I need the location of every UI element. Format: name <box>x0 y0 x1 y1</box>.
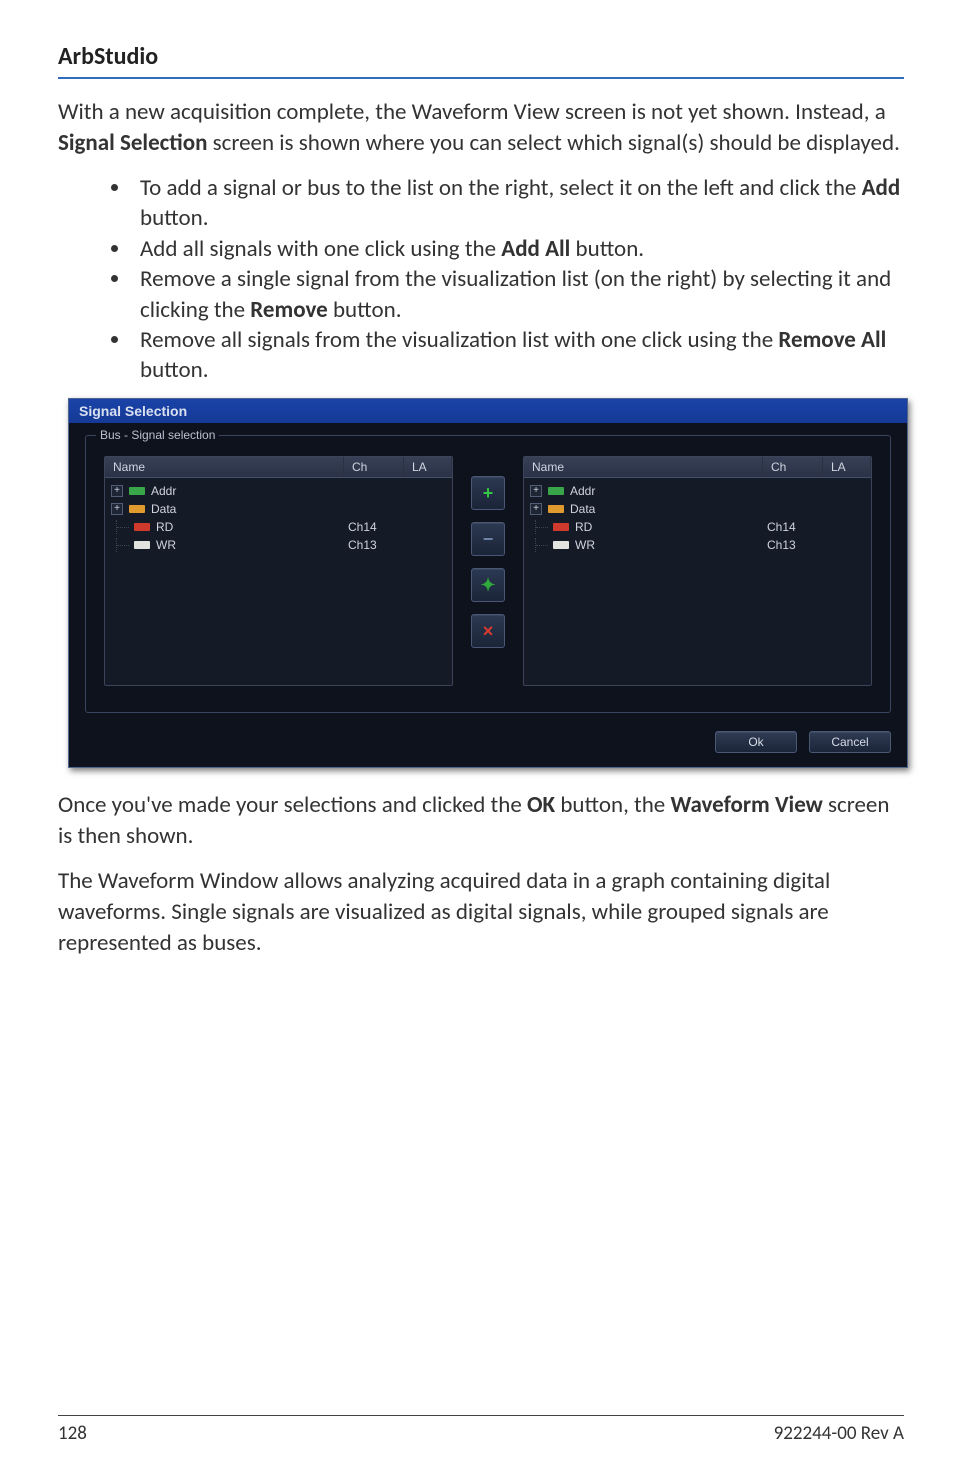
b1-pre: To add a signal or bus to the list on th… <box>140 174 862 202</box>
paragraph-2: Once you've made your selections and cli… <box>58 790 904 852</box>
x-icon: × <box>483 622 494 640</box>
right-rows: + Addr + Data <box>524 478 871 558</box>
bullet-list: To add a signal or bus to the list on th… <box>132 173 904 386</box>
fieldset-legend: Bus - Signal selection <box>96 428 219 442</box>
transfer-button-column: + − ✦ × <box>471 456 505 648</box>
selected-signals-list[interactable]: Name Ch LA + Addr <box>523 456 872 686</box>
signal-color-swatch <box>134 523 150 531</box>
bullet-4: Remove all signals from the visualizatio… <box>132 325 904 386</box>
left-col-name[interactable]: Name <box>105 457 344 477</box>
tree-connector-icon <box>116 520 134 534</box>
add-button[interactable]: + <box>471 476 505 510</box>
available-signals-list[interactable]: Name Ch LA + Addr <box>104 456 453 686</box>
row-label: RD <box>156 520 173 534</box>
bullet-1: To add a signal or bus to the list on th… <box>132 173 904 234</box>
signal-color-swatch <box>129 505 145 513</box>
list-item[interactable]: RD Ch14 <box>111 518 446 536</box>
list-item[interactable]: + Addr <box>530 482 865 500</box>
p1-bold: Signal Selection <box>58 129 207 157</box>
bullet-3: Remove a single signal from the visualiz… <box>132 264 904 325</box>
list-item[interactable]: WR Ch13 <box>530 536 865 554</box>
list-item[interactable]: + Data <box>111 500 446 518</box>
page-title: ArbStudio <box>58 42 904 71</box>
p2-pre: Once you've made your selections and cli… <box>58 791 527 819</box>
list-item[interactable]: + Addr <box>111 482 446 500</box>
paragraph-3: The Waveform Window allows analyzing acq… <box>58 866 904 959</box>
b4-pre: Remove all signals from the visualizatio… <box>140 326 778 354</box>
b2-post: button. <box>570 235 644 263</box>
panels-row: Name Ch LA + Addr <box>104 456 872 686</box>
signal-color-swatch <box>548 487 564 495</box>
right-header-row: Name Ch LA <box>524 457 871 478</box>
ok-button[interactable]: Ok <box>715 731 797 753</box>
list-item[interactable]: RD Ch14 <box>530 518 865 536</box>
tree-connector-icon <box>535 538 553 552</box>
bus-signal-selection-fieldset: Bus - Signal selection Name Ch LA + <box>85 435 891 713</box>
b3-bold: Remove <box>250 296 327 324</box>
p2-mid: button, the <box>555 791 670 819</box>
b4-bold: Remove All <box>778 326 886 354</box>
right-col-la[interactable]: LA <box>823 457 871 477</box>
b2-bold: Add All <box>501 235 570 263</box>
row-channel: Ch13 <box>767 538 825 552</box>
left-col-la[interactable]: LA <box>404 457 452 477</box>
row-label: RD <box>575 520 592 534</box>
signal-color-swatch <box>553 541 569 549</box>
row-channel: Ch14 <box>348 520 406 534</box>
signal-color-swatch <box>129 487 145 495</box>
dialog-body: Bus - Signal selection Name Ch LA + <box>69 423 907 767</box>
row-label: Data <box>570 502 595 516</box>
dialog-titlebar: Signal Selection <box>69 399 907 423</box>
b1-bold: Add <box>862 174 901 202</box>
signal-selection-dialog: Signal Selection Bus - Signal selection … <box>68 398 908 768</box>
tree-connector-icon <box>116 538 134 552</box>
b3-post: button. <box>328 296 402 324</box>
left-header-row: Name Ch LA <box>105 457 452 478</box>
minus-icon: − <box>483 530 494 548</box>
paragraph-1: With a new acquisition complete, the Wav… <box>58 97 904 159</box>
b2-pre: Add all signals with one click using the <box>140 235 501 263</box>
p2-bold2: Waveform View <box>670 791 822 819</box>
bullet-2: Add all signals with one click using the… <box>132 234 904 264</box>
cancel-button[interactable]: Cancel <box>809 731 891 753</box>
row-channel: Ch14 <box>767 520 825 534</box>
footer-page-number: 128 <box>58 1422 87 1445</box>
p1-pre: With a new acquisition complete, the Wav… <box>58 98 886 126</box>
row-label: WR <box>156 538 176 552</box>
plus-icon: + <box>483 484 494 502</box>
row-label: Data <box>151 502 176 516</box>
tree-connector-icon <box>535 520 553 534</box>
expand-icon[interactable]: + <box>111 485 123 497</box>
dialog-footer: Ok Cancel <box>85 731 891 753</box>
p1-post: screen is shown where you can select whi… <box>207 129 899 157</box>
signal-color-swatch <box>553 523 569 531</box>
list-item[interactable]: WR Ch13 <box>111 536 446 554</box>
expand-icon[interactable]: + <box>530 503 542 515</box>
expand-icon[interactable]: + <box>530 485 542 497</box>
signal-color-swatch <box>548 505 564 513</box>
add-all-icon: ✦ <box>480 576 495 594</box>
list-item[interactable]: + Data <box>530 500 865 518</box>
row-label: Addr <box>570 484 595 498</box>
document-header: ArbStudio <box>58 42 904 79</box>
row-label: Addr <box>151 484 176 498</box>
remove-button[interactable]: − <box>471 522 505 556</box>
right-col-ch[interactable]: Ch <box>763 457 823 477</box>
p2-bold1: OK <box>527 791 555 819</box>
signal-color-swatch <box>134 541 150 549</box>
b4-post: button. <box>140 356 209 384</box>
left-rows: + Addr + Data <box>105 478 452 558</box>
left-col-ch[interactable]: Ch <box>344 457 404 477</box>
right-col-name[interactable]: Name <box>524 457 763 477</box>
row-label: WR <box>575 538 595 552</box>
footer-doc-rev: 922244-00 Rev A <box>774 1422 904 1445</box>
b1-post: button. <box>140 204 209 232</box>
row-channel: Ch13 <box>348 538 406 552</box>
add-all-button[interactable]: ✦ <box>471 568 505 602</box>
page-footer: 128 922244-00 Rev A <box>58 1415 904 1445</box>
expand-icon[interactable]: + <box>111 503 123 515</box>
remove-all-button[interactable]: × <box>471 614 505 648</box>
